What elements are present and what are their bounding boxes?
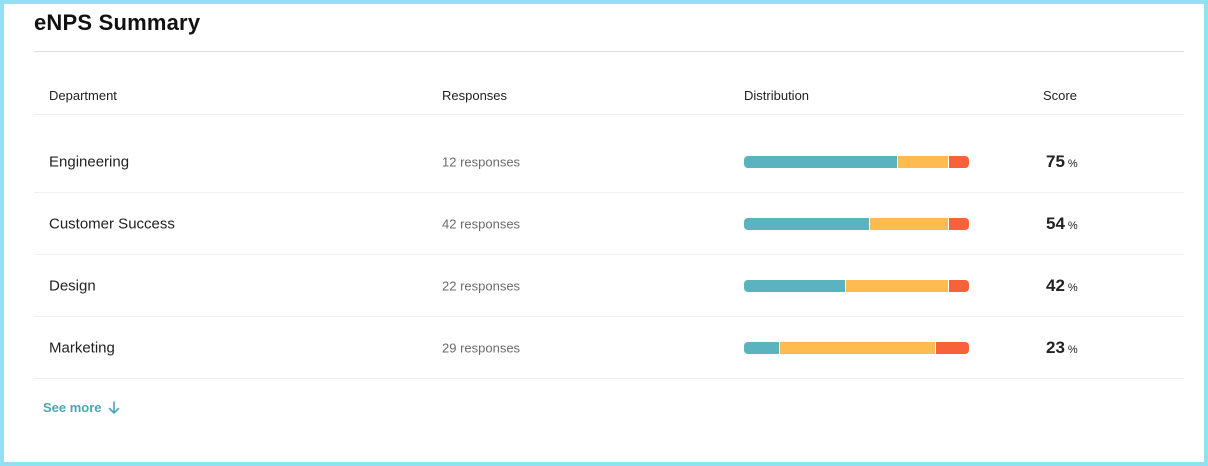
- enps-score: 54%: [1046, 214, 1078, 234]
- title-divider: [34, 51, 1184, 52]
- enps-score: 42%: [1046, 276, 1078, 296]
- score-unit: %: [1067, 344, 1078, 356]
- distribution-bar: [744, 342, 969, 354]
- department-name: Design: [49, 277, 96, 295]
- distribution-bar: [744, 156, 969, 168]
- distribution-bar: [744, 280, 969, 292]
- department-name: Customer Success: [49, 215, 175, 233]
- promoter-segment: [744, 342, 780, 354]
- table-row: Design 22 responses 42%: [34, 255, 1184, 317]
- card-title: eNPS Summary: [34, 10, 201, 35]
- passive-segment: [898, 156, 949, 168]
- header-distribution: Distribution: [744, 88, 810, 103]
- see-more-label: See more: [43, 400, 102, 415]
- detractor-segment: [948, 218, 969, 230]
- response-count: 12 responses: [442, 154, 521, 170]
- detractor-segment: [948, 156, 969, 168]
- promoter-segment: [744, 280, 847, 292]
- detractor-segment: [936, 342, 969, 354]
- row-divider: [34, 378, 1184, 379]
- department-name: Engineering: [49, 153, 130, 171]
- header-score: Score: [1043, 88, 1077, 103]
- department-name: Marketing: [49, 339, 115, 357]
- response-count: 42 responses: [442, 216, 521, 232]
- passive-segment: [780, 342, 937, 354]
- table-row: Engineering 12 responses 75%: [34, 131, 1184, 193]
- score-unit: %: [1067, 158, 1078, 170]
- promoter-segment: [744, 156, 899, 168]
- header-responses: Responses: [442, 88, 508, 103]
- score-value: 75: [1046, 152, 1065, 171]
- promoter-segment: [744, 218, 870, 230]
- table-row: Customer Success 42 responses 54%: [34, 193, 1184, 255]
- arrow-down-icon: [108, 400, 119, 414]
- score-value: 42: [1046, 276, 1065, 295]
- score-value: 23: [1046, 338, 1065, 357]
- passive-segment: [846, 280, 949, 292]
- response-count: 29 responses: [442, 340, 521, 356]
- enps-score: 75%: [1046, 152, 1078, 172]
- score-value: 54: [1046, 214, 1065, 233]
- see-more-link[interactable]: See more: [43, 400, 120, 415]
- distribution-bar: [744, 218, 969, 230]
- detractor-segment: [948, 280, 969, 292]
- score-unit: %: [1067, 220, 1078, 232]
- enps-score: 23%: [1046, 338, 1078, 358]
- header-divider: [34, 114, 1184, 115]
- table-row: Marketing 29 responses 23%: [34, 317, 1184, 379]
- enps-summary-card: eNPS Summary Department Responses Distri…: [0, 0, 1208, 466]
- score-unit: %: [1067, 282, 1078, 294]
- header-department: Department: [49, 88, 117, 103]
- response-count: 22 responses: [442, 278, 521, 294]
- passive-segment: [870, 218, 949, 230]
